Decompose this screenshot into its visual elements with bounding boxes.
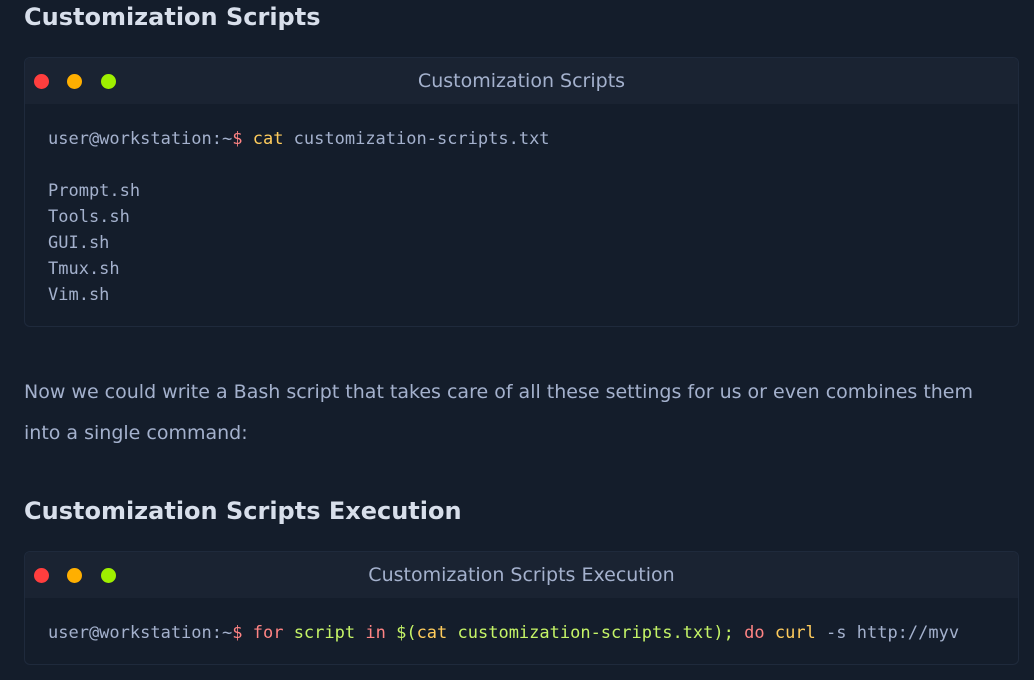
shell-prompt: user@workstation:~: [48, 129, 233, 149]
command-name: cat: [252, 129, 284, 149]
section-heading-customization-scripts: Customization Scripts: [24, 3, 321, 31]
loop-variable: script: [293, 623, 356, 643]
terminal-title: Customization Scripts Execution: [368, 564, 675, 586]
keyword-in: in: [365, 623, 386, 643]
keyword-do: do: [744, 623, 765, 643]
section-heading-customization-scripts-execution: Customization Scripts Execution: [24, 497, 462, 525]
output-line: GUI.sh: [48, 233, 110, 253]
subshell-close: );: [713, 623, 745, 643]
output-line: Tools.sh: [48, 207, 130, 227]
keyword-for: for: [252, 623, 284, 643]
command-line: user@workstation:~$ for script in $(cat …: [48, 620, 995, 646]
curl-arguments: -s http://myv: [815, 623, 960, 643]
prompt-symbol: $: [232, 129, 253, 149]
command-argument: customization-scripts.txt: [283, 129, 550, 149]
terminal-title: Customization Scripts: [417, 70, 626, 92]
body-paragraph: Now we could write a Bash script that ta…: [24, 381, 974, 444]
terminal-title-bar: Customization Scripts Execution: [25, 552, 1018, 598]
file-argument: customization-scripts.txt: [447, 623, 714, 643]
terminal-window-customization-scripts: Customization Scripts user@workstation:~…: [24, 57, 1019, 327]
terminal-title-bar: Customization Scripts: [25, 58, 1018, 104]
terminal-body[interactable]: user@workstation:~$ cat customization-sc…: [25, 104, 1018, 326]
command-curl: curl: [774, 623, 816, 643]
output-line: Vim.sh: [48, 285, 110, 305]
command-cat: cat: [416, 623, 448, 643]
terminal-window-customization-scripts-execution: Customization Scripts Execution user@wor…: [24, 551, 1019, 665]
output-line: Tmux.sh: [48, 259, 120, 279]
subshell-open: $(: [385, 623, 417, 643]
terminal-body[interactable]: user@workstation:~$ for script in $(cat …: [25, 598, 1018, 664]
prompt-symbol: $: [232, 623, 253, 643]
shell-prompt: user@workstation:~: [48, 623, 233, 643]
command-line: user@workstation:~$ cat customization-sc…: [48, 126, 995, 152]
output-line: Prompt.sh: [48, 181, 141, 201]
